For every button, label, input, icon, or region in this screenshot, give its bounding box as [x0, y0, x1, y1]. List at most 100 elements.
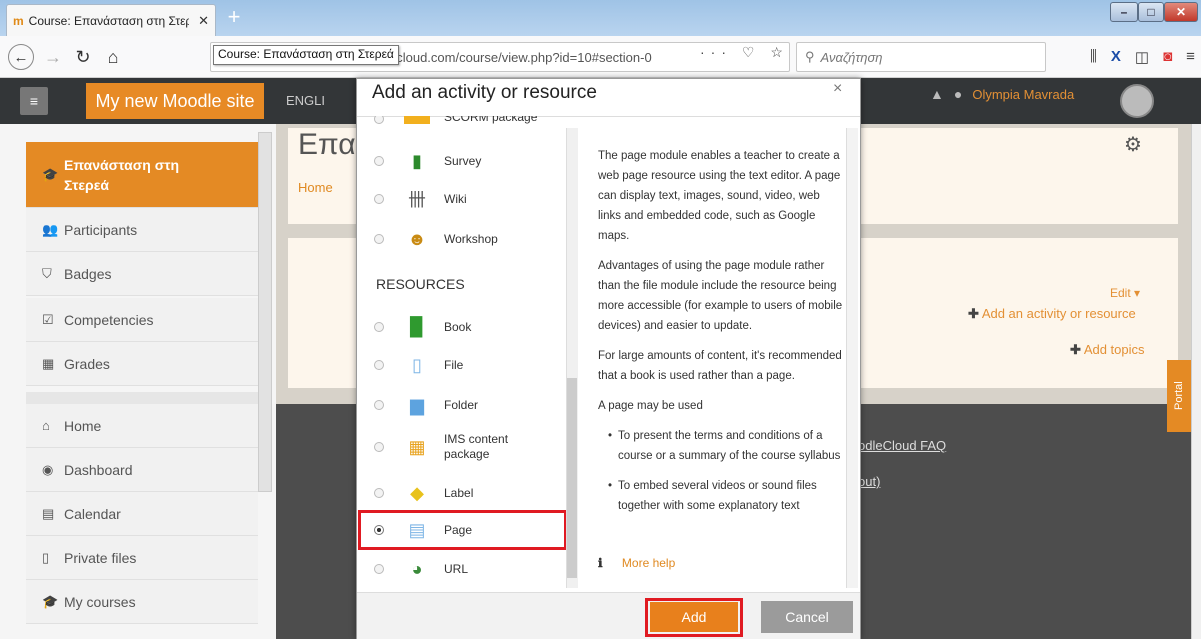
user-menu[interactable]: ▲ ● Olympia Mavrada: [930, 86, 1074, 102]
cancel-button[interactable]: Cancel: [761, 601, 853, 633]
add-activity-link[interactable]: ✚ Add an activity or resource: [968, 306, 1136, 322]
logout-link[interactable]: out): [858, 474, 880, 489]
tab-title: Course: Επανάσταση στη Στερεά: [28, 13, 189, 28]
add-topics-link[interactable]: ✚ Add topics: [1070, 342, 1145, 358]
window-minimize-button[interactable]: –: [1110, 2, 1138, 22]
new-tab-button[interactable]: +: [222, 6, 246, 30]
sidebar-item-participants[interactable]: 👥 Participants: [26, 208, 258, 252]
gear-icon[interactable]: ⚙: [1124, 132, 1142, 157]
faq-link[interactable]: odleCloud FAQ: [858, 438, 946, 453]
page-scrollbar[interactable]: [1191, 124, 1201, 639]
option-folder[interactable]: ▆ Folder: [374, 386, 564, 424]
user-name[interactable]: Olympia Mavrada: [972, 87, 1074, 102]
file-icon: ▯: [412, 354, 422, 375]
search-icon: ⚲: [805, 49, 815, 64]
library-icon[interactable]: ⫼: [1090, 48, 1097, 66]
sidebar-icon[interactable]: ◫: [1135, 48, 1149, 66]
tab-close-icon[interactable]: ✕: [198, 13, 209, 29]
help-paragraph: Advantages of using the page module rath…: [598, 260, 843, 332]
edit-menu[interactable]: Edit ▾: [1110, 286, 1140, 300]
folder-icon: ▆: [410, 394, 424, 415]
breadcrumb[interactable]: Home: [298, 180, 333, 195]
forward-arrow-icon[interactable]: →: [40, 44, 66, 70]
sidebar-item-grades[interactable]: ▦ Grades: [26, 342, 258, 386]
home-icon: ⌂: [42, 418, 50, 433]
add-button[interactable]: Add: [650, 602, 738, 632]
option-label: URL: [444, 562, 469, 576]
users-icon: 👥: [42, 221, 59, 237]
option-label[interactable]: ◆ Label: [374, 474, 564, 512]
bell-icon[interactable]: ▲: [930, 86, 944, 102]
sidebar-scrollbar[interactable]: [258, 132, 272, 492]
option-label: Folder: [444, 398, 479, 412]
browser-tab[interactable]: m Course: Επανάσταση στη Στερεά ✕: [6, 4, 216, 36]
sidebar-item-label: Επανάσταση στη Στερεά: [64, 156, 180, 193]
option-label: SCORM package: [444, 116, 538, 124]
option-label: Wiki: [444, 192, 467, 206]
sidebar-item-my-courses[interactable]: 🎓 My courses: [26, 580, 258, 624]
option-label: Survey: [444, 154, 482, 168]
table-icon: ▦: [42, 355, 55, 371]
pocket-icon[interactable]: ◙: [1163, 48, 1172, 66]
radio-button[interactable]: [374, 442, 384, 452]
radio-button[interactable]: [374, 360, 384, 370]
portal-tab[interactable]: Portal: [1167, 360, 1191, 432]
url-actions-icon[interactable]: ··· ♡ ☆: [700, 44, 789, 61]
help-paragraph: A page may be used: [598, 400, 703, 412]
moodle-favicon-icon: m: [13, 13, 24, 28]
sidebar-item-course[interactable]: 🎓 Επανάσταση στη Στερεά: [26, 142, 258, 208]
radio-button[interactable]: [374, 156, 384, 166]
highlight-box: [358, 510, 567, 550]
radio-button[interactable]: [374, 234, 384, 244]
option-workshop[interactable]: ☻ Workshop: [374, 220, 564, 258]
language-menu[interactable]: ENGLI: [286, 93, 325, 108]
sidebar-item-competencies[interactable]: ☑ Competencies: [26, 298, 258, 342]
back-arrow-icon[interactable]: ←: [8, 44, 34, 70]
window-maximize-button[interactable]: □: [1138, 2, 1164, 22]
chat-icon[interactable]: ●: [954, 86, 962, 102]
wiki-icon: 卌: [408, 190, 426, 210]
list-item: To present the terms and conditions of a…: [608, 426, 846, 466]
sidebar-item-home[interactable]: ⌂ Home: [26, 404, 258, 448]
option-url[interactable]: ◕ URL: [374, 550, 564, 588]
list-scrollbar-thumb[interactable]: [567, 378, 577, 578]
list-item[interactable]: SCORM package: [374, 116, 564, 134]
help-list: To present the terms and conditions of a…: [608, 426, 846, 516]
option-survey[interactable]: ▮ Survey: [374, 142, 564, 180]
graduation-cap-icon: 🎓: [42, 166, 59, 182]
x-extension-icon[interactable]: X: [1111, 48, 1121, 66]
sidebar-item-dashboard[interactable]: ◉ Dashboard: [26, 448, 258, 492]
radio-button[interactable]: [374, 116, 384, 124]
sidebar-item-badges[interactable]: ⛉ Badges: [26, 252, 258, 296]
more-help-link[interactable]: ℹ More help: [598, 556, 675, 570]
site-name-link[interactable]: My new Moodle site: [86, 83, 264, 119]
option-book[interactable]: ▉ Book: [374, 308, 564, 346]
window-close-button[interactable]: ✕: [1164, 2, 1198, 22]
avatar[interactable]: [1120, 84, 1154, 118]
dashboard-icon: ◉: [42, 461, 54, 477]
page-title: Επα: [298, 128, 356, 161]
radio-button[interactable]: [374, 564, 384, 574]
hamburger-icon[interactable]: ≡: [20, 87, 48, 115]
reload-icon[interactable]: ↻: [70, 44, 96, 70]
option-label: File: [444, 358, 464, 372]
option-label: Book: [444, 320, 472, 334]
url-text: ecloud.com/course/view.php?id=10#section…: [389, 49, 652, 65]
sidebar-item-private-files[interactable]: ▯ Private files: [26, 536, 258, 580]
search-input[interactable]: ⚲ Αναζήτηση: [796, 42, 1046, 72]
radio-button[interactable]: [374, 400, 384, 410]
menu-icon[interactable]: ≡: [1186, 48, 1195, 66]
sidebar-item-label: Grades: [64, 355, 110, 372]
dialog-title: Add an activity or resource: [372, 82, 597, 103]
radio-button[interactable]: [374, 322, 384, 332]
home-icon[interactable]: ⌂: [100, 44, 126, 70]
help-scrollbar[interactable]: [846, 128, 858, 588]
close-icon[interactable]: ×: [833, 80, 842, 98]
option-wiki[interactable]: 卌 Wiki: [374, 180, 564, 218]
radio-button[interactable]: [374, 194, 384, 204]
option-ims-package[interactable]: ▦ IMS content package: [374, 428, 564, 466]
radio-button[interactable]: [374, 488, 384, 498]
option-file[interactable]: ▯ File: [374, 346, 564, 384]
calendar-icon: ▤: [42, 505, 55, 521]
sidebar-item-calendar[interactable]: ▤ Calendar: [26, 492, 258, 536]
